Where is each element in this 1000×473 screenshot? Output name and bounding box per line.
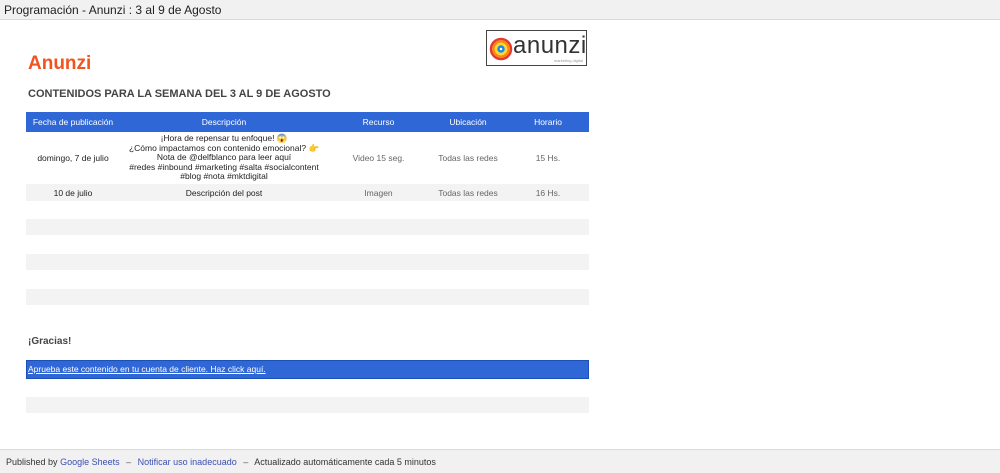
header-description: Descripción <box>201 117 247 127</box>
row-resource: Video 15 seg. <box>352 153 405 163</box>
google-sheets-link[interactable]: Google Sheets <box>60 457 120 467</box>
table-header-row: Fecha de publicación Descripción Recurso… <box>26 112 589 132</box>
row-location: Todas las redes <box>438 187 498 198</box>
table-row: 10 de julio Descripción del post Imagen … <box>26 184 589 201</box>
table-row: domingo, 7 de julio ¡Hora de repensar tu… <box>26 132 589 184</box>
brand-title: Anunzi <box>28 53 92 74</box>
row-time: 16 Hs. <box>535 187 561 198</box>
report-abuse-link[interactable]: Notificar uso inadecuado <box>138 457 237 467</box>
row-date: domingo, 7 de julio <box>37 153 109 163</box>
row-resource: Imagen <box>364 187 393 198</box>
approve-content-link[interactable]: Aprueba este contenido en tu cuenta de c… <box>28 364 266 374</box>
week-heading: CONTENIDOS PARA LA SEMANA DEL 3 AL 9 DE … <box>28 88 331 100</box>
row-time: 15 Hs. <box>535 153 561 163</box>
description-line: #blog #nota #mktdigital <box>180 171 268 182</box>
thanks-text: ¡Gracias! <box>28 336 72 347</box>
row-location: Todas las redes <box>438 153 498 163</box>
row-description: Descripción del post <box>185 187 263 198</box>
logo-tagline: marketing digital <box>553 58 583 63</box>
empty-row <box>26 289 589 305</box>
header-time: Horario <box>534 117 562 127</box>
row-date: 10 de julio <box>53 187 93 198</box>
anunzi-logo: anunzi marketing digital <box>486 30 587 66</box>
row-description: ¡Hora de repensar tu enfoque! 😱 ¿Cómo im… <box>120 132 328 184</box>
footer-separator: – <box>126 457 132 467</box>
empty-row <box>26 254 589 270</box>
footer-separator: – <box>243 457 249 467</box>
header-date: Fecha de publicación <box>32 117 114 127</box>
header-location: Ubicación <box>449 117 487 127</box>
logo-wordmark: anunzi <box>513 32 587 59</box>
approve-banner: Aprueba este contenido en tu cuenta de c… <box>26 360 589 379</box>
sheets-footer: Published by Google Sheets – Notificar u… <box>0 449 1000 473</box>
auto-update-text: Actualizado automáticamente cada 5 minut… <box>254 457 436 467</box>
content-schedule-table: Fecha de publicación Descripción Recurso… <box>26 112 589 201</box>
window-title: Programación - Anunzi : 3 al 9 de Agosto <box>0 0 1000 20</box>
header-resource: Recurso <box>362 117 395 127</box>
published-sheet: Anunzi anunzi marketing digital CONTENID… <box>0 20 1000 449</box>
logo-rainbow-icon <box>489 37 513 61</box>
empty-row <box>26 219 589 235</box>
published-by-text: Published by <box>6 457 58 467</box>
empty-row <box>26 397 589 413</box>
